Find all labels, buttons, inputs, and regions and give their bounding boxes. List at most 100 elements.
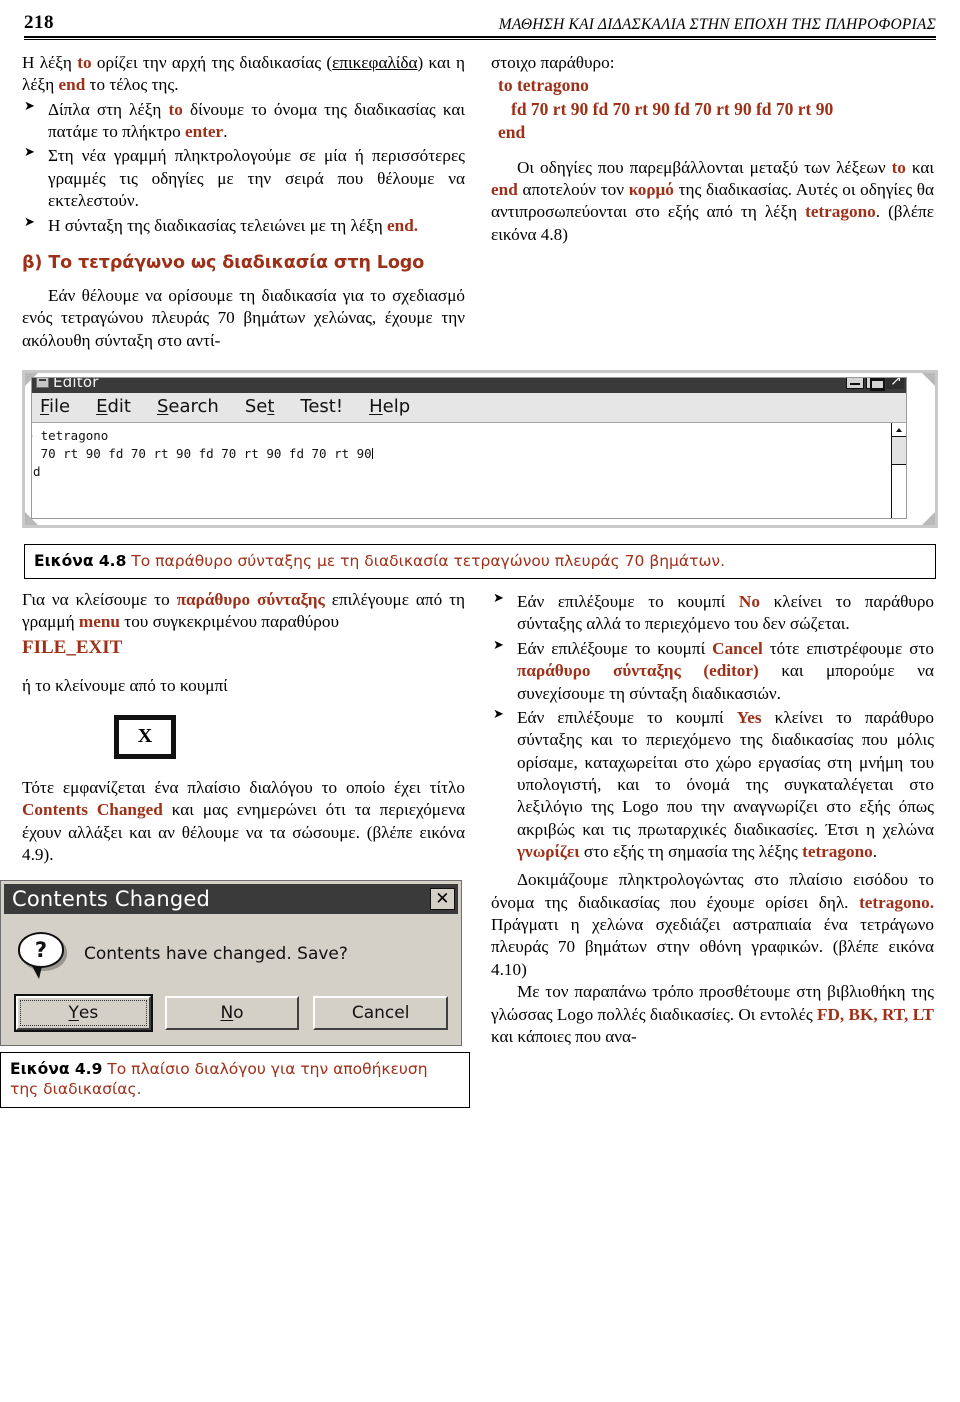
caption-49-label: Εικόνα 4.9 [10, 1060, 103, 1079]
editor-menu-bar: File Edit Search Set Test! Help [32, 392, 906, 423]
caption-48-label: Εικόνα 4.8 [34, 551, 127, 570]
question-bubble-tail [32, 966, 42, 980]
scroll-up-arrow-icon[interactable] [892, 422, 906, 437]
keyword-editor: παράθυρο σύνταξης (editor) [517, 661, 759, 681]
keyword-to: to [77, 53, 92, 72]
arrow-bullet-icon: ➤ [493, 637, 504, 653]
yes-button[interactable]: Yes [14, 994, 153, 1033]
lower-right-p1: Δοκιμάζουμε πληκτρολογώντας στο πλαίσιο … [491, 869, 934, 981]
keyword-end-3: end [491, 180, 518, 200]
menu-accel-s: S [156, 395, 169, 417]
editor-vertical-scrollbar[interactable] [891, 422, 906, 518]
left-bullet-list: ➤ Δίπλα στη λέξη to δίνουμε το όνομα της … [22, 99, 465, 237]
editor-title-bar[interactable]: Editor ↗ [32, 377, 906, 393]
cancel-button[interactable]: Cancel [313, 996, 449, 1031]
llp1-text-3: του συγκεκριμένου παραθύρου [119, 612, 339, 632]
intro-text-1: Η λέξη [22, 53, 78, 72]
minimize-icon[interactable] [846, 377, 864, 390]
arrow-bullet-icon: ➤ [24, 214, 35, 230]
editor-line-2: fd 70 rt 90 fd 70 rt 90 fd 70 rt 90 fd 7… [32, 445, 891, 463]
no-accel: N [220, 1003, 234, 1024]
editor-window: Editor ↗ File Edit Search Set Test! Help [31, 376, 907, 519]
text-caret [371, 448, 373, 460]
menu-accel-h: H [369, 395, 383, 417]
lrb3-text-3: στο εξής τη σημασία της λέξης [579, 842, 803, 862]
contents-changed-dialog: Contents Changed ✕ ? Contents have chang… [0, 880, 462, 1047]
no-button[interactable]: No [164, 996, 300, 1031]
menu-item-help[interactable]: Help [369, 396, 410, 417]
app-icon [36, 377, 49, 389]
menu-item-edit[interactable]: Edit [96, 396, 131, 417]
keyword-menu: menu [78, 612, 120, 632]
lrp1-text-2: Πράγματι η χελώνα σχεδιάζει αστραπιαία έ… [491, 915, 934, 979]
lower-right-column: ➤ Εάν επιλέξουμε το κουμπί No κλείνει το … [491, 589, 934, 1107]
code-block: to tetragono fd 70 rt 90 fd 70 rt 90 fd … [491, 74, 934, 144]
list-item: ➤ Εάν επιλέξουμε το κουμπί No κλείνει το … [491, 591, 934, 636]
dialog-title-bar[interactable]: Contents Changed ✕ [4, 884, 458, 915]
bullet-text-1c: . [223, 122, 228, 142]
menu-item-test[interactable]: Test! [300, 396, 343, 417]
keyword-yes: Yes [736, 707, 762, 727]
lrp2-text-2: και κάποιες που ανα- [491, 1026, 637, 1046]
keyword-to-3: to [891, 157, 906, 177]
llp1-text-1: Για να κλείσουμε το [22, 590, 177, 610]
menu-label-set: Se [244, 395, 268, 417]
upper-left-column: Η λέξη to ορίζει την αρχή της διαδικασία… [22, 52, 465, 352]
figure-selection-frame: Editor ↗ File Edit Search Set Test! Help [22, 369, 938, 528]
menu-label-file: ile [49, 395, 71, 417]
document-page: 218 ΜΑΘΗΣΗ ΚΑΙ ΔΙΔΑΣΚΑΛΙΑ ΣΤΗΝ ΕΠΟΧΗ ΤΗΣ… [0, 0, 960, 1402]
question-icon: ? [18, 932, 66, 980]
menu-item-search[interactable]: Search [157, 396, 219, 417]
editor-line-2-text: fd 70 rt 90 fd 70 rt 90 fd 70 rt 90 fd 7… [32, 446, 372, 462]
lower-right-p2: Με τον παραπάνω τρόπο προσθέτουμε στη βι… [491, 981, 934, 1048]
caption-48-text: Το παράθυρο σύνταξης με τη διαδικασία τε… [131, 551, 726, 570]
running-head-title: ΜΑΘΗΣΗ ΚΑΙ ΔΙΔΑΣΚΑΛΙΑ ΣΤΗΝ ΕΠΟΧΗ ΤΗΣ ΠΛΗ… [498, 16, 936, 33]
cancel-label: Cancel [351, 1003, 410, 1024]
lower-left-p2: ή το κλείνουμε από το κουμπί [22, 675, 228, 695]
caption-figure-48: Εικόνα 4.8 Το παράθυρο σύνταξης με τη δι… [24, 543, 936, 580]
lower-columns: Για να κλείσουμε το παράθυρο σύνταξης επ… [0, 589, 938, 1108]
resize-handle-bottom-right[interactable] [922, 511, 935, 525]
lower-left-p1: Για να κλείσουμε το παράθυρο σύνταξης επ… [22, 589, 465, 634]
list-item: ➤ Δίπλα στη λέξη to δίνουμε το όνομα της … [22, 99, 465, 144]
upper-columns: Η λέξη to ορίζει την αρχή της διαδικασία… [22, 52, 938, 352]
dialog-button-row: Yes No Cancel [4, 986, 458, 1042]
bullet-text-2: Στη νέα γραμμή πληκτρολογούμε σε μία ή π… [48, 146, 465, 211]
menu-label-help: elp [382, 395, 411, 417]
bullet-text-1a: Δίπλα στη λέξη [48, 99, 169, 119]
resize-handle-top-right[interactable] [922, 372, 935, 386]
keyword-contents-changed: Contents Changed [22, 800, 163, 820]
section-heading: β) Το τετράγωνο ως διαδικασία στη Logo [22, 252, 425, 273]
code-line-2: fd 70 rt 90 fd 70 rt 90 fd 70 rt 90 fd 7… [511, 98, 834, 119]
keyword-tetragono-2: tetragono [802, 842, 873, 862]
lower-left-p3: Τότε εμφανίζεται ένα πλαίσιο διαλόγου το… [22, 777, 465, 866]
editor-text-area[interactable]: to tetragono fd 70 rt 90 fd 70 rt 90 fd 7… [32, 423, 891, 518]
llp3-text-1: Τότε εμφανίζεται ένα πλαίσιο διαλόγου το… [22, 777, 465, 797]
lrb3-text-4: . [872, 842, 878, 862]
page-number: 218 [24, 12, 54, 33]
keyword-kormos: κορμό [628, 180, 674, 200]
intro-underlined-term: επικεφαλίδα [332, 53, 418, 72]
menu-item-file[interactable]: File [40, 396, 70, 417]
no-label: o [233, 1003, 244, 1024]
menu-item-set[interactable]: Set [245, 396, 275, 417]
maximize-icon[interactable] [866, 377, 885, 392]
lrb3-text-1: Εάν επιλέξουμε το κουμπί [517, 707, 737, 727]
menu-accel-t: t [267, 395, 275, 417]
close-x-button[interactable]: X [114, 714, 176, 759]
rp-text-1: Οι οδηγίες που παρεμβάλλονται μεταξύ των… [517, 157, 892, 177]
keyword-commands: FD, BK, RT, LT [816, 1004, 934, 1024]
scrollbar-thumb[interactable] [892, 436, 906, 465]
menu-accel-f: F [40, 395, 50, 417]
dialog-figure: Contents Changed ✕ ? Contents have chang… [0, 880, 470, 1047]
close-icon[interactable]: ✕ [430, 888, 455, 911]
lower-right-bullet-list: ➤ Εάν επιλέξουμε το κουμπί No κλείνει το … [491, 591, 934, 863]
list-item: ➤ Εάν επιλέξουμε το κουμπί Yes κλείνει το… [491, 707, 934, 864]
keyword-to-2: to [168, 99, 183, 119]
editor-body: to tetragono fd 70 rt 90 fd 70 rt 90 fd 7… [32, 422, 906, 518]
yes-label: es [78, 1003, 99, 1024]
close-icon[interactable]: ↗ [886, 377, 904, 390]
arrow-bullet-icon: ➤ [493, 591, 504, 607]
right-paragraph: Οι οδηγίες που παρεμβάλλονται μεταξύ των… [491, 157, 934, 246]
editor-line-3: end [32, 464, 41, 480]
